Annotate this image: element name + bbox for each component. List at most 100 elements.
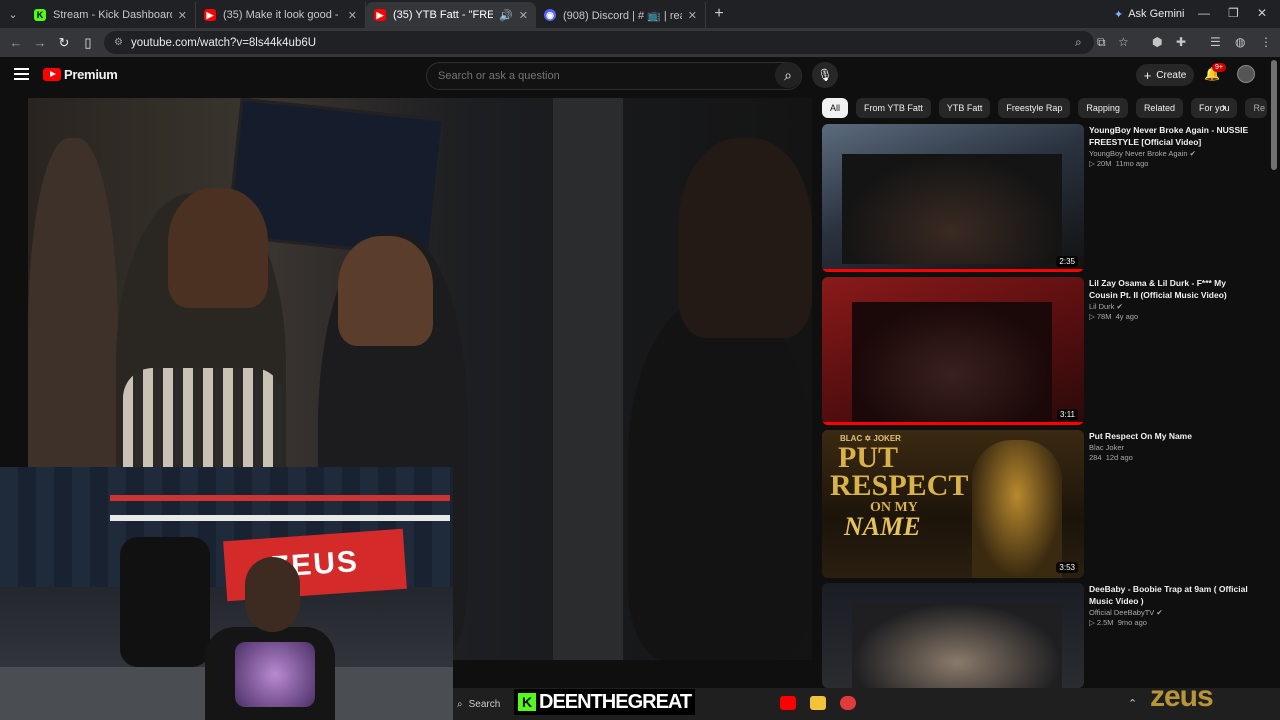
chip-ytb-fatt[interactable]: YTB Fatt bbox=[938, 98, 991, 118]
group-image bbox=[852, 603, 1062, 688]
tab-youtube-make-it-look-good[interactable]: ▶ (35) Make it look good - YouTu ✕ bbox=[196, 2, 366, 28]
youtube-play-icon bbox=[43, 68, 61, 81]
webcam-overlay: ZEUS bbox=[0, 467, 453, 720]
video-thumbnail[interactable]: 2:35 bbox=[822, 124, 1084, 272]
search-input[interactable] bbox=[436, 69, 766, 83]
filter-chips: All From YTB Fatt YTB Fatt Freestyle Rap… bbox=[822, 98, 1267, 118]
site-info-icon[interactable]: ⚙ bbox=[114, 37, 123, 48]
maximize-icon[interactable]: ❐ bbox=[1228, 6, 1239, 20]
channel-name[interactable]: Official DeeBabyTV ✔ bbox=[1089, 608, 1249, 617]
address-bar[interactable]: ⚙ youtube.com/watch?v=8ls44k4ub6U bbox=[104, 31, 1094, 54]
tab-discord[interactable]: ◉ (908) Discord | # 📺 | reactions ✕ bbox=[536, 2, 706, 28]
view-count: 20M bbox=[1096, 159, 1112, 168]
recommendation-item[interactable]: DeeBaby - Boobie Trap at 9am ( Official … bbox=[822, 583, 1248, 688]
video-stats: ▷ 20M 11mo ago bbox=[1089, 159, 1249, 168]
notification-badge: 9+ bbox=[1212, 63, 1226, 72]
extension-icon[interactable]: ⬢ bbox=[1152, 35, 1162, 49]
tab-kick-dashboard[interactable]: K Stream - Kick Dashboard ✕ bbox=[26, 2, 196, 28]
app-taskbar-icon[interactable] bbox=[840, 696, 856, 710]
gemini-label: Ask Gemini bbox=[1128, 8, 1185, 20]
window-close-icon[interactable]: ✕ bbox=[1257, 6, 1267, 20]
file-explorer-icon[interactable] bbox=[810, 696, 826, 710]
video-figure bbox=[678, 138, 812, 338]
close-icon[interactable]: ✕ bbox=[519, 9, 528, 22]
bookmark-star-icon[interactable]: ☆ bbox=[1118, 35, 1129, 49]
taskbar-search[interactable]: ⌕ Search bbox=[457, 699, 500, 710]
video-title[interactable]: DeeBaby - Boobie Trap at 9am ( Official … bbox=[1089, 583, 1249, 607]
music-icon: ▷ bbox=[1089, 312, 1097, 321]
minimize-icon[interactable]: — bbox=[1198, 6, 1210, 20]
create-button[interactable]: + Create bbox=[1136, 64, 1194, 86]
recommendation-item[interactable]: 2:35 YoungBoy Never Broke Again - NUSSIE… bbox=[822, 124, 1248, 272]
chip-rapping[interactable]: Rapping bbox=[1078, 98, 1128, 118]
chip-more[interactable]: Re bbox=[1245, 98, 1267, 118]
speaker-icon[interactable]: 🔊 bbox=[499, 9, 513, 22]
video-title[interactable]: Put Respect On My Name bbox=[1089, 430, 1249, 442]
kick-icon: K bbox=[34, 9, 46, 21]
video-stats: 284 12d ago bbox=[1089, 453, 1249, 462]
tab-search-button[interactable]: ⌄ bbox=[0, 3, 26, 25]
install-icon[interactable]: ⧉ bbox=[1097, 35, 1106, 50]
ring-rope bbox=[110, 495, 450, 501]
thumb-title-name: NAME bbox=[844, 512, 921, 541]
url-text: youtube.com/watch?v=8ls44k4ub6U bbox=[130, 36, 317, 49]
youtube-icon: ▶ bbox=[374, 9, 386, 21]
tray-chevron-icon[interactable]: ⌃ bbox=[1128, 697, 1137, 710]
back-arrow-icon[interactable]: ← bbox=[4, 35, 28, 50]
recommendation-item[interactable]: 3:11 Lil Zay Osama & Lil Durk - F*** My … bbox=[822, 277, 1242, 425]
chip-related[interactable]: Related bbox=[1135, 98, 1183, 118]
chip-all[interactable]: All bbox=[822, 98, 849, 118]
tab-title: (35) YTB Fatt - "FREE SMUR bbox=[393, 9, 494, 21]
upload-age: 12d ago bbox=[1105, 453, 1133, 462]
streamer-name-tag: K DEENTHEGREAT bbox=[514, 689, 696, 715]
video-title[interactable]: YoungBoy Never Broke Again - NUSSIE FREE… bbox=[1089, 124, 1249, 148]
tab-title: (35) Make it look good - YouTu bbox=[223, 9, 342, 21]
tab-youtube-ytb-fatt[interactable]: ▶ (35) YTB Fatt - "FREE SMUR 🔊 ✕ bbox=[366, 2, 536, 28]
watch-progress-bar bbox=[822, 269, 1084, 272]
concrete-pillar bbox=[553, 98, 623, 660]
streamer-head bbox=[245, 557, 300, 632]
duration-badge: 2:35 bbox=[1056, 256, 1078, 267]
channel-name[interactable]: YoungBoy Never Broke Again ✔ bbox=[1089, 149, 1249, 158]
puzzle-icon[interactable]: ✚ bbox=[1176, 35, 1186, 49]
chip-freestyle-rap[interactable]: Freestyle Rap bbox=[998, 98, 1071, 118]
ask-gemini-button[interactable]: ✦ Ask Gemini bbox=[1106, 5, 1192, 23]
close-icon[interactable]: ✕ bbox=[178, 9, 187, 22]
watch-progress-bar bbox=[822, 422, 1084, 425]
video-title[interactable]: Lil Zay Osama & Lil Durk - F*** My Cousi… bbox=[1089, 277, 1249, 301]
duration-badge: 3:53 bbox=[1056, 562, 1078, 573]
reload-icon[interactable]: ↻ bbox=[52, 35, 76, 51]
tab-title: Stream - Kick Dashboard bbox=[53, 9, 172, 21]
shirt-print bbox=[235, 642, 315, 707]
youtube-taskbar-icon[interactable] bbox=[780, 696, 796, 710]
chip-for-you[interactable]: For you bbox=[1190, 98, 1238, 118]
chevron-right-icon[interactable]: › bbox=[1222, 100, 1226, 114]
page-scrollbar[interactable] bbox=[1271, 60, 1277, 170]
reading-list-icon[interactable]: ☰ bbox=[1210, 35, 1221, 49]
artist-image bbox=[972, 440, 1062, 578]
zoom-icon[interactable]: ⌕ bbox=[1075, 35, 1082, 50]
close-icon[interactable]: ✕ bbox=[348, 9, 357, 22]
gemini-icon: ✦ bbox=[1114, 8, 1124, 21]
tab-title: (908) Discord | # 📺 | reactions bbox=[563, 9, 682, 22]
video-thumbnail[interactable]: 3:11 bbox=[822, 277, 1084, 425]
channel-name[interactable]: Blac Joker bbox=[1089, 443, 1249, 452]
youtube-logo[interactable]: Premium bbox=[43, 67, 118, 82]
microphone-icon[interactable]: 🎙 bbox=[812, 62, 838, 88]
recommendation-item[interactable]: BLAC ✡ JOKER PUT RESPECT ON MY NAME 3:53… bbox=[822, 430, 1242, 578]
account-avatar[interactable] bbox=[1237, 65, 1255, 83]
sidebar-icon[interactable]: ▯ bbox=[76, 35, 100, 51]
close-icon[interactable]: ✕ bbox=[688, 9, 697, 22]
upload-age: 4y ago bbox=[1115, 312, 1139, 321]
forward-arrow-icon[interactable]: → bbox=[28, 35, 52, 50]
search-box[interactable] bbox=[426, 62, 802, 90]
chip-from-ytb-fatt[interactable]: From YTB Fatt bbox=[856, 98, 931, 118]
new-tab-button[interactable]: + bbox=[706, 5, 732, 23]
video-thumbnail[interactable] bbox=[822, 583, 1084, 688]
video-thumbnail[interactable]: BLAC ✡ JOKER PUT RESPECT ON MY NAME 3:53 bbox=[822, 430, 1084, 578]
profile-icon[interactable]: ◍ bbox=[1235, 35, 1245, 49]
search-icon[interactable]: ⌕ bbox=[775, 62, 801, 88]
channel-name[interactable]: Lil Durk ✔ bbox=[1089, 302, 1249, 311]
hamburger-menu-icon[interactable] bbox=[14, 68, 29, 83]
menu-dots-icon[interactable]: ⋮ bbox=[1260, 35, 1272, 49]
